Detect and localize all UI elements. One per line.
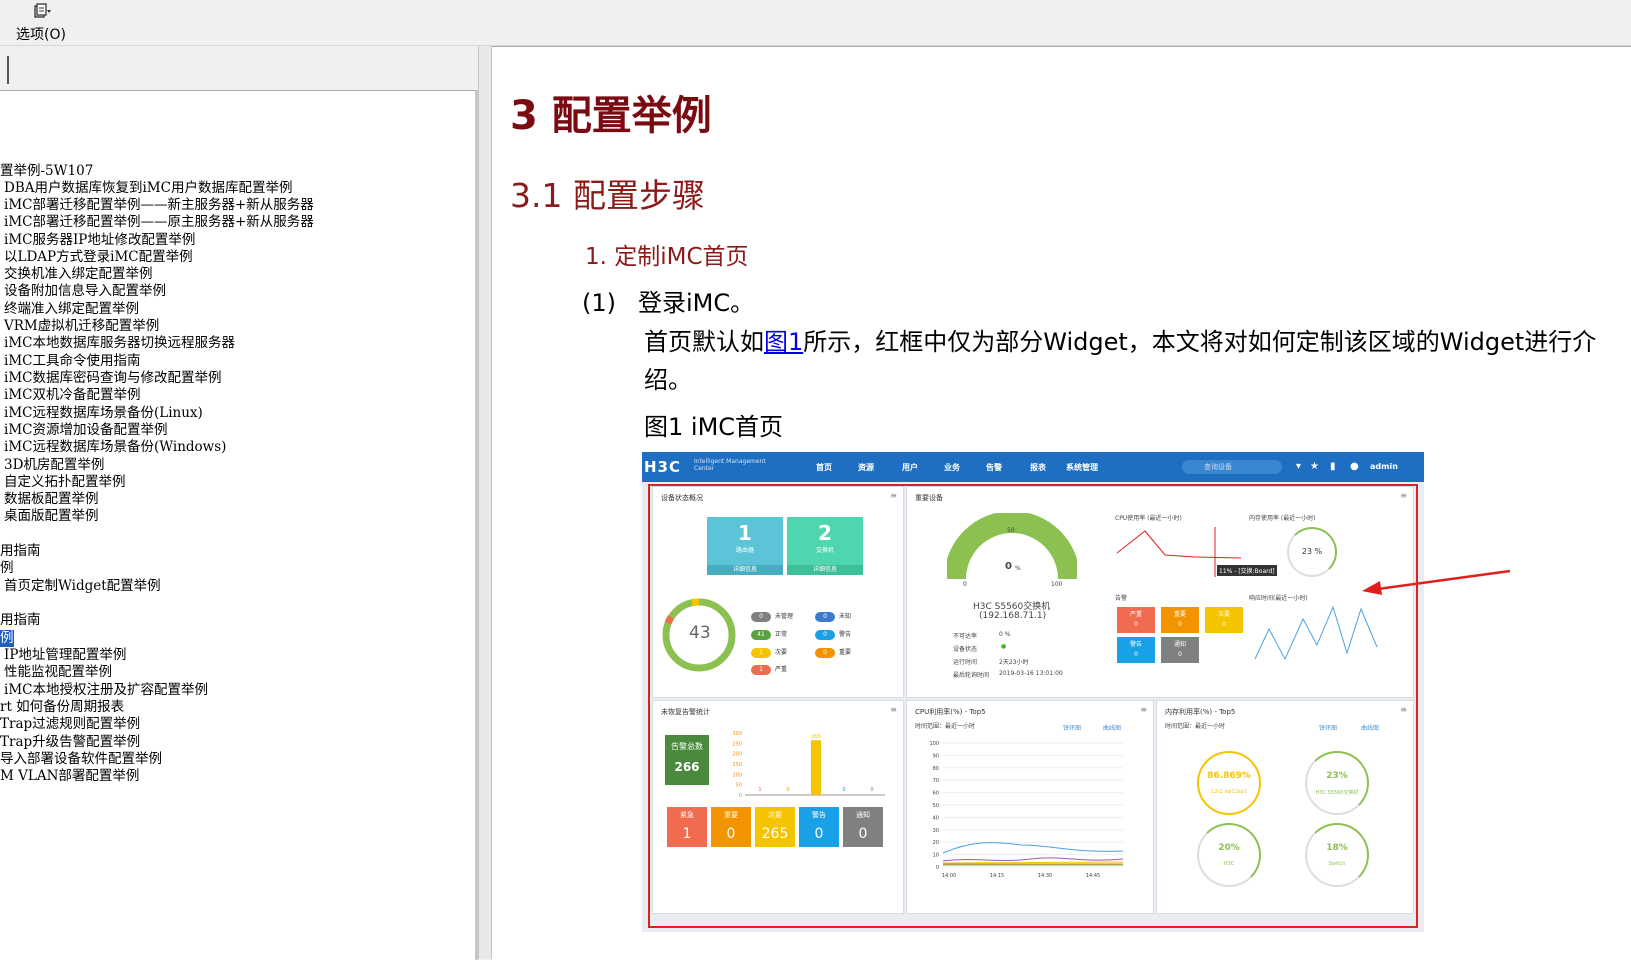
user-avatar-icon: ● — [1350, 461, 1359, 472]
figure-link[interactable]: 图1 — [764, 328, 803, 356]
tree-item[interactable]: 用指南 — [0, 612, 41, 629]
options-label: 选项(O) — [8, 24, 74, 44]
document-pane[interactable]: 3 配置举例 3.1 配置步骤 1. 定制iMC首页 (1)登录iMC。 首页默… — [492, 46, 1631, 960]
step-number: (1) — [582, 289, 638, 317]
tree-item[interactable]: 导入部署设备软件配置举例 — [0, 751, 162, 768]
pane-splitter[interactable] — [478, 46, 492, 959]
star-icon: ★ — [1310, 461, 1319, 472]
tree-item[interactable]: VRM虚拟机迁移配置举例 — [4, 318, 159, 335]
tree-item[interactable]: iMC本地数据库服务器切换远程服务器 — [4, 335, 235, 352]
tree-item[interactable]: 例 — [0, 630, 14, 647]
tree-item[interactable]: 例 — [0, 560, 14, 577]
widget-highlight-box — [648, 484, 1418, 928]
tree-item[interactable]: iMC资源增加设备配置举例 — [4, 422, 167, 439]
nav-item: 告警 — [986, 462, 1002, 473]
imc-navbar: H3C Intelligent Management Center 首页 资源 … — [642, 452, 1424, 482]
tree-item[interactable]: iMC部署迁移配置举例——原主服务器+新从服务器 — [4, 214, 314, 231]
options-icon — [30, 2, 52, 20]
contents-tree[interactable]: 置举例-5W107DBA用户数据库恢复到iMC用户数据库配置举例iMC部署迁移配… — [0, 90, 478, 960]
nav-item: 首页 — [816, 462, 832, 473]
options-button[interactable]: 选项(O) — [8, 2, 74, 42]
step-line: (1)登录iMC。 — [582, 283, 754, 318]
nav-item: 资源 — [858, 462, 874, 473]
logo-subtitle: Intelligent Management Center — [694, 458, 774, 472]
tree-item[interactable]: iMC远程数据库场景备份(Windows) — [4, 439, 226, 456]
chapter-heading: 3 配置举例 — [510, 83, 712, 141]
tree-item[interactable]: 以LDAP方式登录iMC配置举例 — [4, 249, 193, 266]
tree-item[interactable]: iMC双机冷备配置举例 — [4, 387, 140, 404]
tree-item[interactable]: iMC本地授权注册及扩容配置举例 — [4, 682, 208, 699]
tree-item[interactable]: 首页定制Widget配置举例 — [4, 578, 161, 595]
tree-item[interactable]: 交换机准入绑定配置举例 — [4, 266, 153, 283]
section-heading: 3.1 配置步骤 — [510, 169, 705, 217]
imc-homepage-figure: H3C Intelligent Management Center 首页 资源 … — [642, 452, 1424, 932]
tree-item[interactable]: 自定义拓扑配置举例 — [4, 474, 126, 491]
nav-item: 业务 — [944, 462, 960, 473]
user-name: admin — [1370, 462, 1398, 471]
tree-item[interactable]: 用指南 — [0, 543, 41, 560]
tree-item[interactable]: iMC工具命令使用指南 — [4, 353, 140, 370]
figure-caption: 图1 iMC首页 — [644, 407, 783, 442]
tree-item[interactable]: Trap过滤规则配置举例 — [0, 716, 140, 733]
tree-item[interactable]: iMC服务器IP地址修改配置举例 — [4, 232, 195, 249]
tree-item[interactable]: Trap升级告警配置举例 — [0, 734, 140, 751]
para-text-before: 首页默认如 — [644, 328, 764, 356]
subsection-heading: 1. 定制iMC首页 — [585, 237, 749, 271]
step-text: 登录iMC。 — [638, 289, 754, 317]
intro-paragraph: 首页默认如图1所示，红框中仅为部分Widget，本文将对如何定制该区域的Widg… — [644, 323, 1631, 399]
tree-item[interactable]: iMC部署迁移配置举例——新主服务器+新从服务器 — [4, 197, 314, 214]
tree-item[interactable]: 设备附加信息导入配置举例 — [4, 283, 166, 300]
tree-item[interactable]: iMC数据库密码查询与修改配置举例 — [4, 370, 221, 387]
tree-item[interactable]: iMC远程数据库场景备份(Linux) — [4, 405, 203, 422]
tree-item[interactable]: M VLAN部署配置举例 — [0, 768, 139, 785]
tree-item[interactable]: 性能监视配置举例 — [4, 664, 112, 681]
h3c-logo: H3C — [644, 458, 681, 476]
bookmark-icon: ▮ — [1330, 461, 1336, 472]
nav-item: 系统管理 — [1066, 462, 1098, 473]
tree-item[interactable]: 3D机房配置举例 — [4, 457, 104, 474]
tree-item[interactable]: 数据板配置举例 — [4, 491, 99, 508]
nav-item: 报表 — [1030, 462, 1046, 473]
tree-item[interactable]: rt 如何备份周期报表 — [0, 699, 124, 716]
nav-item: 用户 — [902, 462, 918, 473]
tree-item[interactable]: IP地址管理配置举例 — [4, 647, 126, 664]
tree-item[interactable]: 桌面版配置举例 — [4, 508, 99, 525]
tree-item[interactable]: DBA用户数据库恢复到iMC用户数据库配置举例 — [4, 180, 292, 197]
toolbar: 选项(O) — [0, 0, 1631, 46]
tree-item[interactable]: 终端准入绑定配置举例 — [4, 301, 139, 318]
chevron-down-icon: ▾ — [1296, 461, 1301, 472]
device-search-box: 查询设备 — [1182, 460, 1282, 474]
red-arrow-annotation — [1360, 567, 1520, 597]
tab-edge[interactable] — [7, 56, 9, 84]
tree-item[interactable]: 置举例-5W107 — [0, 163, 93, 180]
nav-tabstrip — [0, 46, 488, 89]
